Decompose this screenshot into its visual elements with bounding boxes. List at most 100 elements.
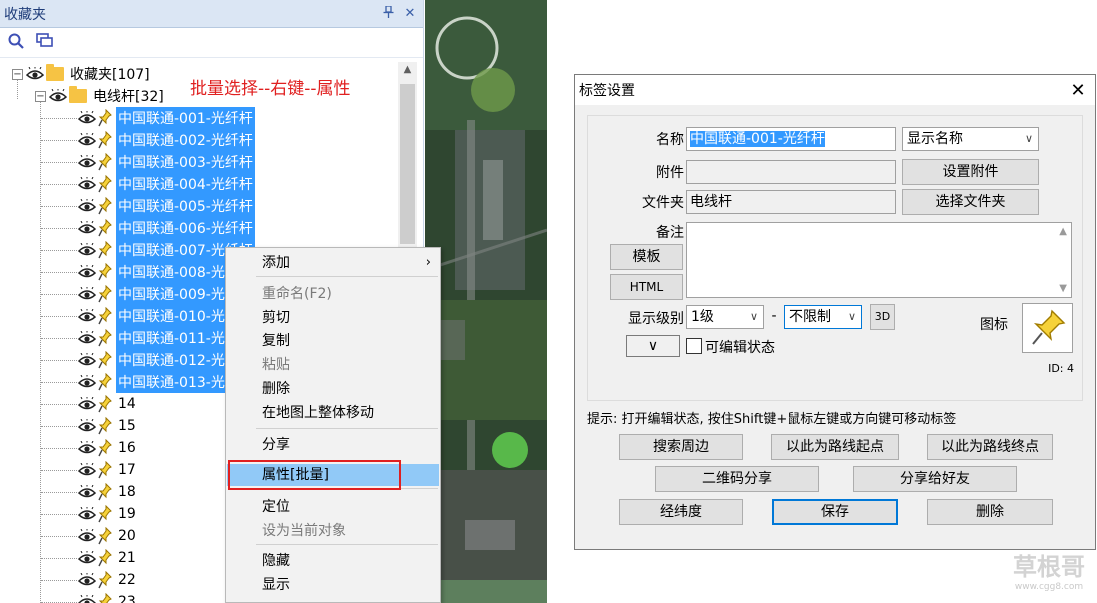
name-label: 名称 [656,132,684,148]
delete-button[interactable]: 删除 [927,499,1053,525]
tree-item-label: 中国联通-006-光纤杆 [116,217,255,239]
eye-icon [78,419,96,432]
tree-item[interactable]: 21 [78,547,138,569]
level-from-select[interactable]: 1级 ∨ [686,305,764,329]
eye-icon [78,551,96,564]
eye-icon [78,287,96,300]
chevron-down-icon: ∨ [1024,132,1033,145]
satellite-map[interactable] [425,0,547,603]
pushpin-icon [98,505,112,523]
annotation-highlight-box [228,460,401,490]
tree-item[interactable]: 23 [78,591,138,603]
tree-item-label: 16 [118,440,136,456]
icon-preview[interactable] [1022,303,1073,353]
attachment-label: 附件 [656,165,684,181]
pushpin-icon [98,571,112,589]
save-button[interactable]: 保存 [772,499,898,525]
context-menu: 添加 › 重命名(F2) 剪切 复制 粘贴 删除 在地图上整体移动 分享 属性[批量] 定位 设为当前… [225,247,441,603]
tree-item[interactable]: 17 [78,459,138,481]
favorites-titlebar: 收藏夹 ✕ [0,0,423,28]
tree-item[interactable]: 20 [78,525,138,547]
pushpin-icon [98,417,112,435]
eye-icon [78,573,96,586]
tree-item-label: 19 [118,506,136,522]
eye-icon [78,331,96,344]
display-mode-select[interactable]: 显示名称 ∨ [902,127,1039,151]
menu-item[interactable]: 定位 [227,496,439,518]
editable-checkbox[interactable] [686,338,702,354]
name-input[interactable]: 中国联通-001-光纤杆 [686,127,896,151]
pushpin-icon [98,263,112,281]
menu-item[interactable]: 隐藏 [227,550,439,572]
tree-item-label: 22 [118,572,136,588]
icon-label: 图标 [980,317,1008,333]
tree-item[interactable]: 中国联通-002-光纤杆 [78,129,255,151]
tree-item-label: 18 [118,484,136,500]
tree-item[interactable]: 22 [78,569,138,591]
dialog-title: 标签设置 [579,83,635,99]
close-panel-button[interactable]: ✕ [401,6,419,21]
menu-item[interactable]: 在地图上整体移动 [227,402,439,424]
tree-item[interactable]: 15 [78,415,138,437]
tree-item[interactable]: 中国联通-003-光纤杆 [78,151,255,173]
dialog-close-button[interactable]: ✕ [1061,80,1095,101]
chevron-down-icon: ∨ [847,310,856,323]
windows-button[interactable] [36,33,53,52]
route-end-button[interactable]: 以此为路线终点 [927,434,1053,460]
tip-text: 提示: 打开编辑状态, 按住Shift键+鼠标左键或方向键可移动标签 [587,412,957,427]
tree-item[interactable]: 18 [78,481,138,503]
menu-item[interactable]: 删除 [227,378,439,400]
expand-dropdown-button[interactable]: ∨ [626,335,680,357]
tree-item-label: 20 [118,528,136,544]
level-to-select[interactable]: 不限制 ∨ [784,305,862,329]
tree-item[interactable]: 中国联通-006-光纤杆 [78,217,255,239]
menu-item[interactable]: 分享 [227,434,439,456]
tree-item-label: 中国联通-001-光纤杆 [116,107,255,129]
3d-button[interactable]: 3D [870,304,895,330]
tree-root[interactable]: − 收藏夹[107] [12,63,152,85]
choose-folder-button[interactable]: 选择文件夹 [902,189,1039,215]
folder-icon [46,64,64,81]
menu-item[interactable]: 复制 [227,330,439,352]
tree-item[interactable]: 中国联通-005-光纤杆 [78,195,255,217]
search-nearby-button[interactable]: 搜索周边 [619,434,743,460]
pushpin-icon [98,483,112,501]
menu-item[interactable]: 显示 [227,574,439,596]
tree-item[interactable]: 19 [78,503,138,525]
pushpin-icon [98,395,112,413]
html-button[interactable]: HTML [610,274,683,300]
collapse-toggle[interactable]: − [35,90,46,102]
route-start-button[interactable]: 以此为路线起点 [771,434,899,460]
search-button[interactable] [8,33,24,53]
tree-item[interactable]: 16 [78,437,138,459]
eye-icon [78,155,96,168]
tree-item[interactable]: 14 [78,393,138,415]
set-attachment-button[interactable]: 设置附件 [902,159,1039,185]
menu-item[interactable]: 剪切 [227,307,439,329]
attachment-field[interactable] [686,160,896,184]
collapse-toggle[interactable]: − [12,68,23,80]
latlng-button[interactable]: 经纬度 [619,499,743,525]
level-dash: - [771,308,777,324]
menu-item[interactable]: 添加 › [227,252,439,274]
scroll-thumb[interactable] [400,84,415,244]
menu-item: 设为当前对象 [262,523,346,539]
pin-panel-button[interactable] [379,4,397,22]
folder-icon [69,86,87,103]
eye-icon [26,67,44,80]
template-button[interactable]: 模板 [610,244,683,270]
tree-item[interactable]: 中国联通-004-光纤杆 [78,173,255,195]
eye-icon [78,221,96,234]
share-friend-button[interactable]: 分享给好友 [853,466,1017,492]
tree-folder[interactable]: − 电线杆[32] [35,85,166,107]
folder-field[interactable]: 电线杆 [686,190,896,214]
pushpin-icon [98,219,112,237]
remark-textarea[interactable]: ▲ ▼ [686,222,1072,298]
scroll-up-arrow[interactable]: ▲ [398,64,417,75]
eye-icon [78,441,96,454]
tree-item-label: 21 [118,550,136,566]
tree-item[interactable]: 中国联通-001-光纤杆 [78,107,255,129]
chevron-down-icon: ∨ [749,310,758,323]
menu-separator [256,544,438,545]
qr-share-button[interactable]: 二维码分享 [655,466,819,492]
